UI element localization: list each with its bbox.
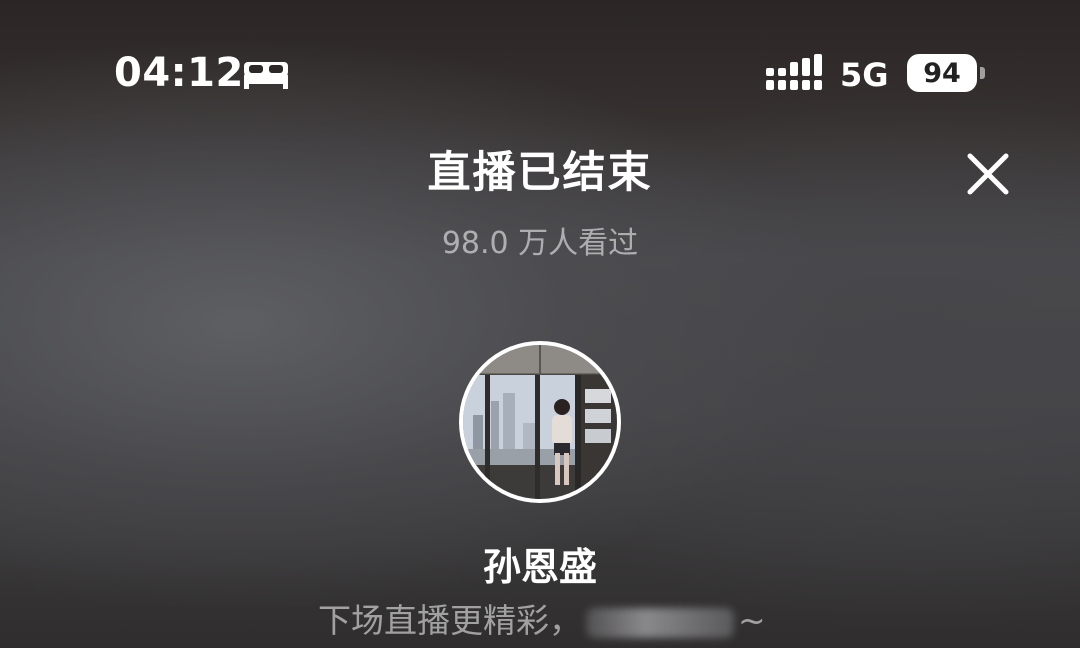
- streamer-name: 孙恩盛: [482, 545, 597, 589]
- next-live-message: 下场直播更精彩， ~: [318, 594, 766, 642]
- bed-icon: [244, 62, 288, 89]
- viewer-count: 98.0 万人看过: [441, 226, 639, 261]
- status-time: 04:12: [114, 50, 244, 96]
- close-icon[interactable]: [962, 148, 1014, 200]
- blurred-text: [586, 608, 734, 638]
- page-title: 直播已结束: [427, 148, 653, 198]
- next-live-message-suffix: ~: [738, 601, 766, 640]
- network-type: 5G: [840, 56, 889, 94]
- signal-bars-icon: [766, 54, 822, 90]
- battery-indicator: 94: [907, 54, 989, 92]
- next-live-message-text: 下场直播更精彩，: [318, 601, 582, 640]
- battery-cap: [980, 67, 985, 79]
- status-bar: 04:12 5G 94: [0, 0, 1080, 150]
- avatar[interactable]: [459, 341, 621, 503]
- avatar-photo: [463, 345, 617, 499]
- battery-level: 94: [907, 54, 977, 92]
